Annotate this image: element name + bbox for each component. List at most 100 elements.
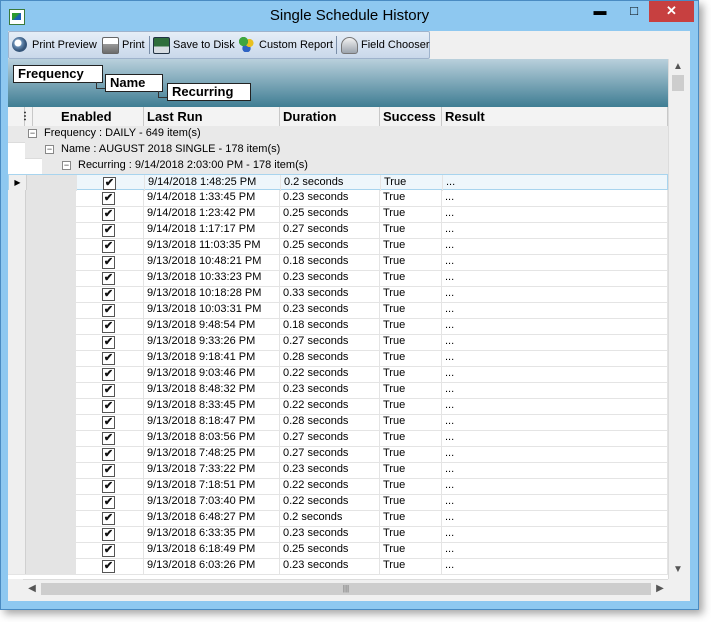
group-chip-name[interactable]: Name bbox=[105, 74, 163, 92]
result-cell[interactable]: ... bbox=[442, 494, 668, 510]
maximize-button[interactable]: □ bbox=[617, 1, 651, 22]
row-selector[interactable] bbox=[8, 494, 26, 510]
enabled-cell[interactable]: ✔ bbox=[76, 414, 144, 430]
table-row[interactable]: ✔ 9/13/2018 6:48:27 PM 0.2 seconds True... bbox=[8, 510, 668, 527]
vertical-scroll-thumb[interactable] bbox=[672, 75, 684, 91]
enabled-cell[interactable]: ✔ bbox=[76, 494, 144, 510]
enabled-checkbox[interactable]: ✔ bbox=[102, 368, 115, 381]
print-preview-button[interactable]: Print Preview bbox=[12, 36, 97, 54]
table-row[interactable]: ✔ 9/14/2018 1:23:42 PM 0.25 seconds True... bbox=[8, 206, 668, 223]
enabled-checkbox[interactable]: ✔ bbox=[102, 464, 115, 477]
table-row[interactable]: ✔ 9/13/2018 10:18:28 PM 0.33 seconds True..… bbox=[8, 286, 668, 303]
enabled-cell[interactable]: ✔ bbox=[76, 334, 144, 350]
enabled-cell[interactable]: ✔ bbox=[76, 222, 144, 238]
enabled-checkbox[interactable]: ✔ bbox=[102, 304, 115, 317]
group-chip-frequency[interactable]: Frequency bbox=[13, 65, 103, 83]
scroll-up-arrow-icon[interactable]: ▲ bbox=[669, 61, 687, 72]
enabled-checkbox[interactable]: ✔ bbox=[102, 528, 115, 541]
scroll-right-arrow-icon[interactable]: ▶ bbox=[651, 583, 669, 594]
row-selector[interactable] bbox=[8, 558, 26, 574]
table-row[interactable]: ✔ 9/13/2018 7:48:25 PM 0.27 seconds True... bbox=[8, 446, 668, 463]
row-selector[interactable] bbox=[8, 542, 26, 558]
result-cell[interactable]: ... bbox=[442, 430, 668, 446]
column-header-last-run[interactable]: Last Run bbox=[144, 107, 280, 126]
row-selector[interactable] bbox=[8, 254, 26, 270]
horizontal-scroll-thumb[interactable]: ||| bbox=[41, 583, 651, 595]
row-selector[interactable] bbox=[8, 350, 26, 366]
table-row[interactable]: ✔ 9/14/2018 1:33:45 PM 0.23 seconds True... bbox=[8, 190, 668, 207]
column-header-duration[interactable]: Duration bbox=[280, 107, 380, 126]
enabled-cell[interactable]: ✔ bbox=[76, 270, 144, 286]
row-selector[interactable] bbox=[8, 238, 26, 254]
table-row[interactable]: ✔ 9/13/2018 9:48:54 PM 0.18 seconds True... bbox=[8, 318, 668, 335]
enabled-cell[interactable]: ✔ bbox=[76, 254, 144, 270]
row-selector[interactable] bbox=[8, 190, 26, 206]
row-selector[interactable] bbox=[8, 414, 26, 430]
enabled-checkbox[interactable]: ✔ bbox=[102, 288, 115, 301]
result-cell[interactable]: ... bbox=[442, 270, 668, 286]
enabled-checkbox[interactable]: ✔ bbox=[102, 208, 115, 221]
enabled-checkbox[interactable]: ✔ bbox=[102, 352, 115, 365]
enabled-cell[interactable]: ✔ bbox=[76, 206, 144, 222]
table-row[interactable]: ✔ 9/13/2018 9:33:26 PM 0.27 seconds True... bbox=[8, 334, 668, 351]
result-cell[interactable]: ... bbox=[442, 334, 668, 350]
table-row[interactable]: ✔ 9/13/2018 10:03:31 PM 0.23 seconds True..… bbox=[8, 302, 668, 319]
result-cell[interactable]: ... bbox=[442, 350, 668, 366]
row-selector[interactable] bbox=[8, 206, 26, 222]
table-row[interactable]: ✔ 9/13/2018 8:48:32 PM 0.23 seconds True... bbox=[8, 382, 668, 399]
enabled-cell[interactable]: ✔ bbox=[76, 302, 144, 318]
save-to-disk-button[interactable]: Save to Disk bbox=[153, 36, 235, 54]
enabled-checkbox[interactable]: ✔ bbox=[102, 400, 115, 413]
enabled-cell[interactable]: ✔ bbox=[76, 462, 144, 478]
row-selector[interactable] bbox=[8, 286, 26, 302]
table-row[interactable]: ✔ 9/13/2018 9:03:46 PM 0.22 seconds True... bbox=[8, 366, 668, 383]
result-cell[interactable]: ... bbox=[442, 366, 668, 382]
column-header-enabled[interactable]: Enabled bbox=[33, 107, 144, 126]
column-header-success[interactable]: Success bbox=[380, 107, 442, 126]
horizontal-scrollbar[interactable]: ◀ ||| ▶ bbox=[23, 579, 668, 598]
result-cell[interactable]: ... bbox=[442, 510, 668, 526]
enabled-cell[interactable]: ✔ bbox=[76, 446, 144, 462]
enabled-cell[interactable]: ✔ bbox=[76, 526, 144, 542]
result-cell[interactable]: ... bbox=[442, 254, 668, 270]
table-row[interactable]: ✔ 9/13/2018 6:33:35 PM 0.23 seconds True... bbox=[8, 526, 668, 543]
enabled-checkbox[interactable]: ✔ bbox=[102, 416, 115, 429]
result-cell[interactable]: ... bbox=[442, 478, 668, 494]
enabled-cell[interactable]: ✔ bbox=[76, 286, 144, 302]
group-chip-recurring[interactable]: Recurring bbox=[167, 83, 251, 101]
enabled-checkbox[interactable]: ✔ bbox=[102, 224, 115, 237]
collapse-toggle[interactable]: − bbox=[28, 129, 37, 138]
enabled-cell[interactable]: ✔ bbox=[76, 510, 144, 526]
table-row[interactable]: ✔ 9/13/2018 9:18:41 PM 0.28 seconds True... bbox=[8, 350, 668, 367]
enabled-checkbox[interactable]: ✔ bbox=[102, 496, 115, 509]
row-selector[interactable] bbox=[8, 302, 26, 318]
row-selector[interactable] bbox=[8, 366, 26, 382]
table-row[interactable]: ✔ 9/13/2018 8:03:56 PM 0.27 seconds True... bbox=[8, 430, 668, 447]
column-header-result[interactable]: Result bbox=[442, 107, 668, 126]
column-chooser-handle[interactable]: ⋮ bbox=[8, 107, 30, 126]
row-selector[interactable] bbox=[8, 478, 26, 494]
table-row[interactable]: ✔ 9/13/2018 6:03:26 PM 0.23 seconds True... bbox=[8, 558, 668, 575]
title-bar[interactable]: Single Schedule History ▬ □ ✕ bbox=[1, 1, 698, 31]
scroll-down-arrow-icon[interactable]: ▼ bbox=[669, 564, 687, 575]
enabled-checkbox[interactable]: ✔ bbox=[102, 336, 115, 349]
enabled-checkbox[interactable]: ✔ bbox=[102, 192, 115, 205]
result-cell[interactable]: ... bbox=[442, 542, 668, 558]
row-selector[interactable] bbox=[8, 398, 26, 414]
print-button[interactable]: Print bbox=[102, 36, 145, 54]
enabled-checkbox[interactable]: ✔ bbox=[102, 560, 115, 573]
table-row[interactable]: ✔ 9/13/2018 8:33:45 PM 0.22 seconds True... bbox=[8, 398, 668, 415]
enabled-checkbox[interactable]: ✔ bbox=[102, 432, 115, 445]
enabled-cell[interactable]: ✔ bbox=[76, 366, 144, 382]
enabled-cell[interactable]: ✔ bbox=[76, 350, 144, 366]
row-selector[interactable] bbox=[8, 270, 26, 286]
minimize-button[interactable]: ▬ bbox=[583, 1, 617, 22]
enabled-cell[interactable]: ✔ bbox=[76, 478, 144, 494]
row-selector[interactable] bbox=[8, 462, 26, 478]
result-cell[interactable]: ... bbox=[442, 558, 668, 574]
row-selector[interactable] bbox=[8, 318, 26, 334]
group-row-recurring[interactable]: − Recurring : 9/14/2018 2:03:00 PM - 178… bbox=[42, 158, 668, 175]
result-cell[interactable]: ... bbox=[442, 206, 668, 222]
enabled-checkbox[interactable]: ✔ bbox=[102, 480, 115, 493]
result-cell[interactable]: ... bbox=[443, 175, 668, 191]
